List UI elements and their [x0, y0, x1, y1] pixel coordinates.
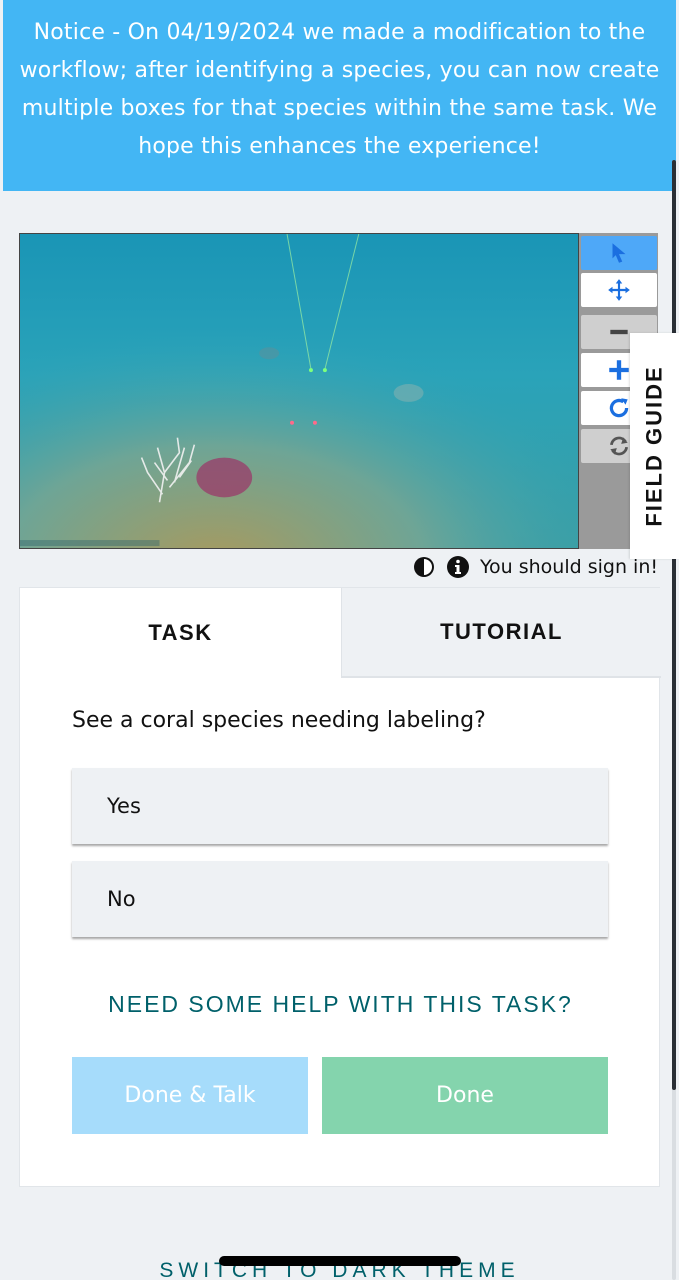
done-and-talk-button[interactable]: Done & Talk: [72, 1057, 308, 1134]
answer-yes-button[interactable]: Yes: [72, 768, 608, 844]
notice-text: Notice - On 04/19/2024 we made a modific…: [19, 20, 660, 159]
rotate-icon: [609, 398, 629, 418]
plus-icon: [609, 360, 629, 380]
task-help-link[interactable]: NEED SOME HELP WITH THIS TASK?: [20, 991, 661, 1018]
minus-icon: [610, 329, 628, 335]
home-indicator: [219, 1256, 461, 1266]
move-arrows-icon: [608, 279, 630, 301]
notice-banner: Notice - On 04/19/2024 we made a modific…: [3, 0, 676, 191]
contrast-icon[interactable]: [412, 555, 436, 579]
sign-in-text[interactable]: You should sign in!: [480, 556, 658, 578]
pointer-tool-button[interactable]: [581, 236, 657, 270]
field-guide-label: FIELD GUIDE: [641, 365, 667, 527]
answer-no-button[interactable]: No: [72, 861, 608, 937]
done-button[interactable]: Done: [322, 1057, 608, 1134]
move-tool-button[interactable]: [581, 273, 657, 307]
seafloor-image: [20, 234, 578, 548]
answer-no-label: No: [107, 887, 136, 911]
scrollbar-thumb[interactable]: [672, 160, 676, 1090]
tab-tutorial[interactable]: TUTORIAL: [341, 588, 661, 678]
subject-image-viewer[interactable]: [19, 233, 579, 549]
reset-icon: [610, 436, 628, 456]
task-tabs: TASK TUTORIAL: [20, 588, 661, 678]
task-question: See a coral species needing labeling?: [72, 708, 486, 733]
task-panel: TASK TUTORIAL See a coral species needin…: [19, 587, 661, 1187]
answer-yes-label: Yes: [107, 794, 141, 818]
page-scrollbar[interactable]: [672, 160, 676, 1280]
tab-task[interactable]: TASK: [20, 588, 341, 678]
cursor-arrow-icon: [612, 243, 626, 263]
subject-meta-row: You should sign in!: [412, 553, 658, 581]
info-icon[interactable]: [446, 555, 470, 579]
field-guide-tab[interactable]: FIELD GUIDE: [630, 333, 679, 559]
